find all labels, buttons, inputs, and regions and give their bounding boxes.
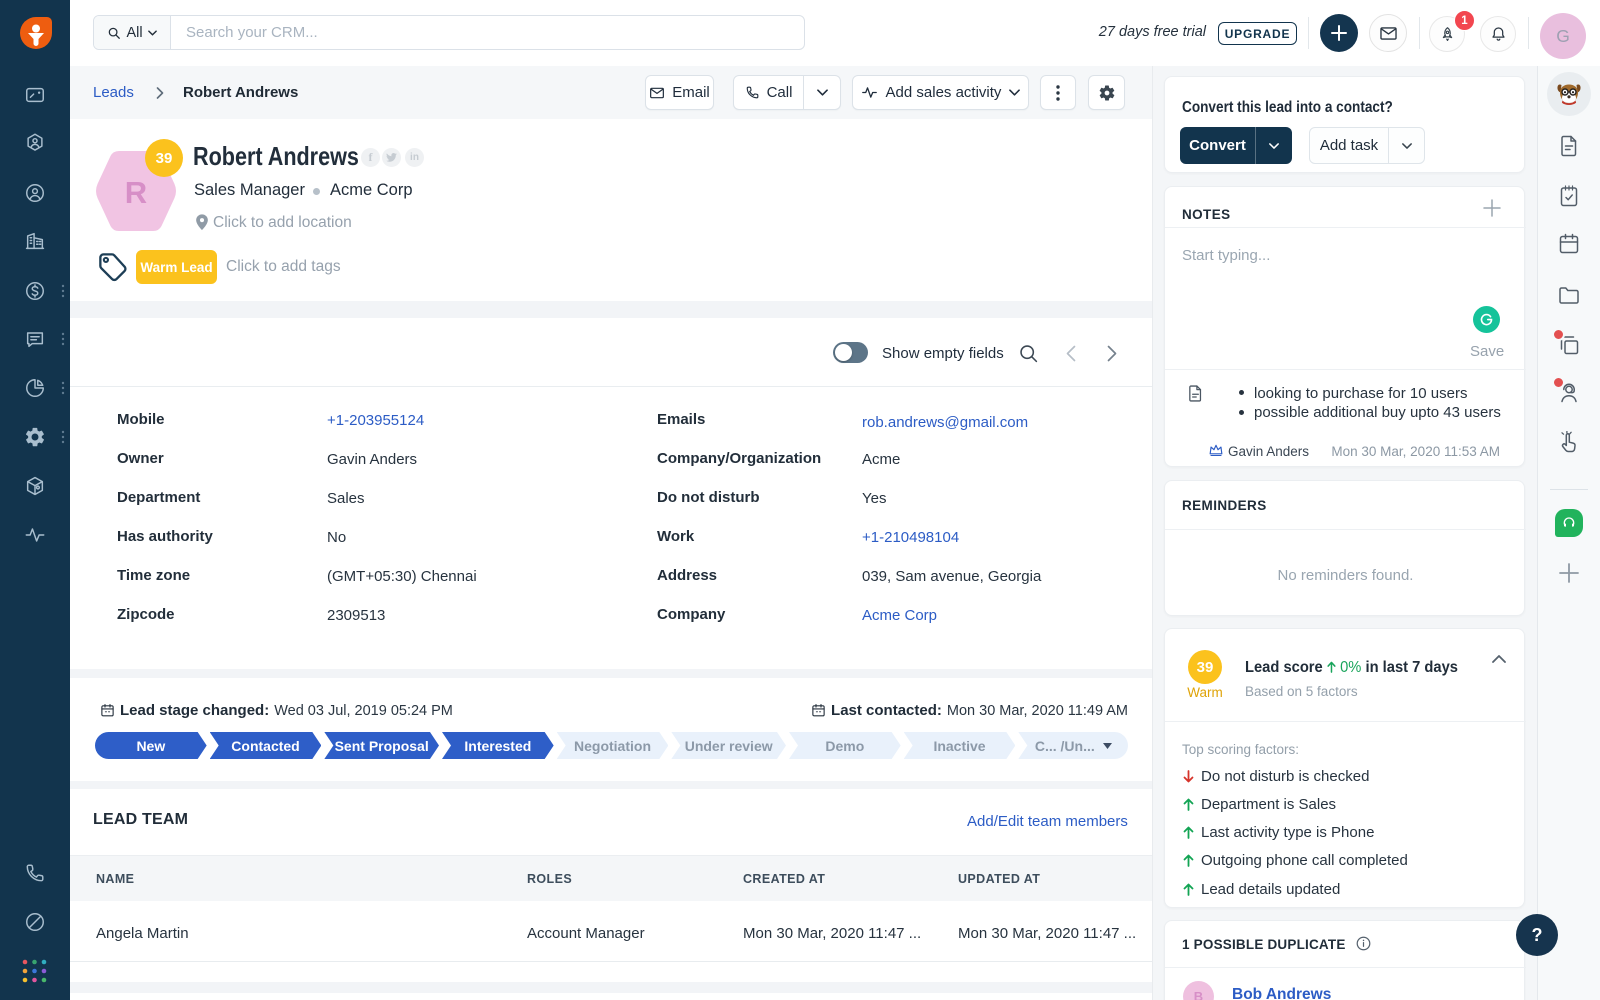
svg-text:R: R <box>125 175 147 210</box>
